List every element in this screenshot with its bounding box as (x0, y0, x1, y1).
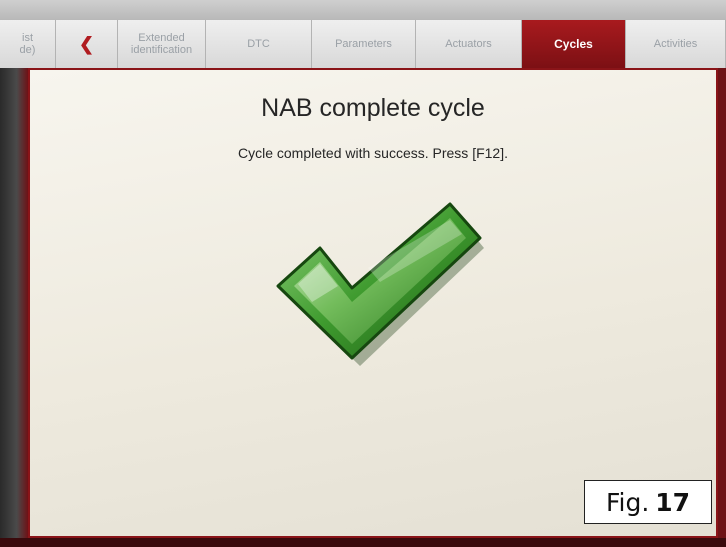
panel-title: NAB complete cycle (261, 94, 485, 122)
tab-label: DTC (247, 38, 270, 50)
tab-parameters[interactable]: Parameters (312, 20, 416, 68)
screen-bottom-edge (0, 538, 726, 547)
tab-label: ist de) (19, 32, 36, 56)
tab-dtc[interactable]: DTC (206, 20, 312, 68)
figure-prefix: Fig. (605, 487, 650, 517)
screen-frame-right (718, 68, 726, 547)
tab-bar: ist de) ❮ Extended identification DTC Pa… (0, 20, 726, 69)
screen-top-edge (0, 0, 726, 20)
tab-label: Parameters (335, 38, 392, 50)
tab-label: Actuators (445, 38, 492, 50)
tab-label: Cycles (554, 37, 593, 51)
screen-frame-left (0, 68, 28, 547)
back-arrow-icon: ❮ (78, 34, 95, 54)
figure-number: 17 (655, 487, 691, 517)
tab-label: Activities (653, 38, 698, 50)
cycle-result-panel: NAB complete cycle Cycle completed with … (28, 68, 718, 538)
tab-activities[interactable]: Activities (626, 20, 726, 68)
figure-label: Fig. 17 (584, 480, 712, 524)
tab-label: Extended identification (130, 32, 193, 56)
check-mark-icon (276, 202, 484, 366)
back-button[interactable]: ❮ (56, 20, 118, 68)
status-message: Cycle completed with success. Press [F12… (238, 145, 508, 161)
tab-cycles[interactable]: Cycles (522, 20, 626, 68)
tab-actuators[interactable]: Actuators (416, 20, 522, 68)
tab-list[interactable]: ist de) (0, 20, 56, 68)
tab-extended-identification[interactable]: Extended identification (118, 20, 206, 68)
